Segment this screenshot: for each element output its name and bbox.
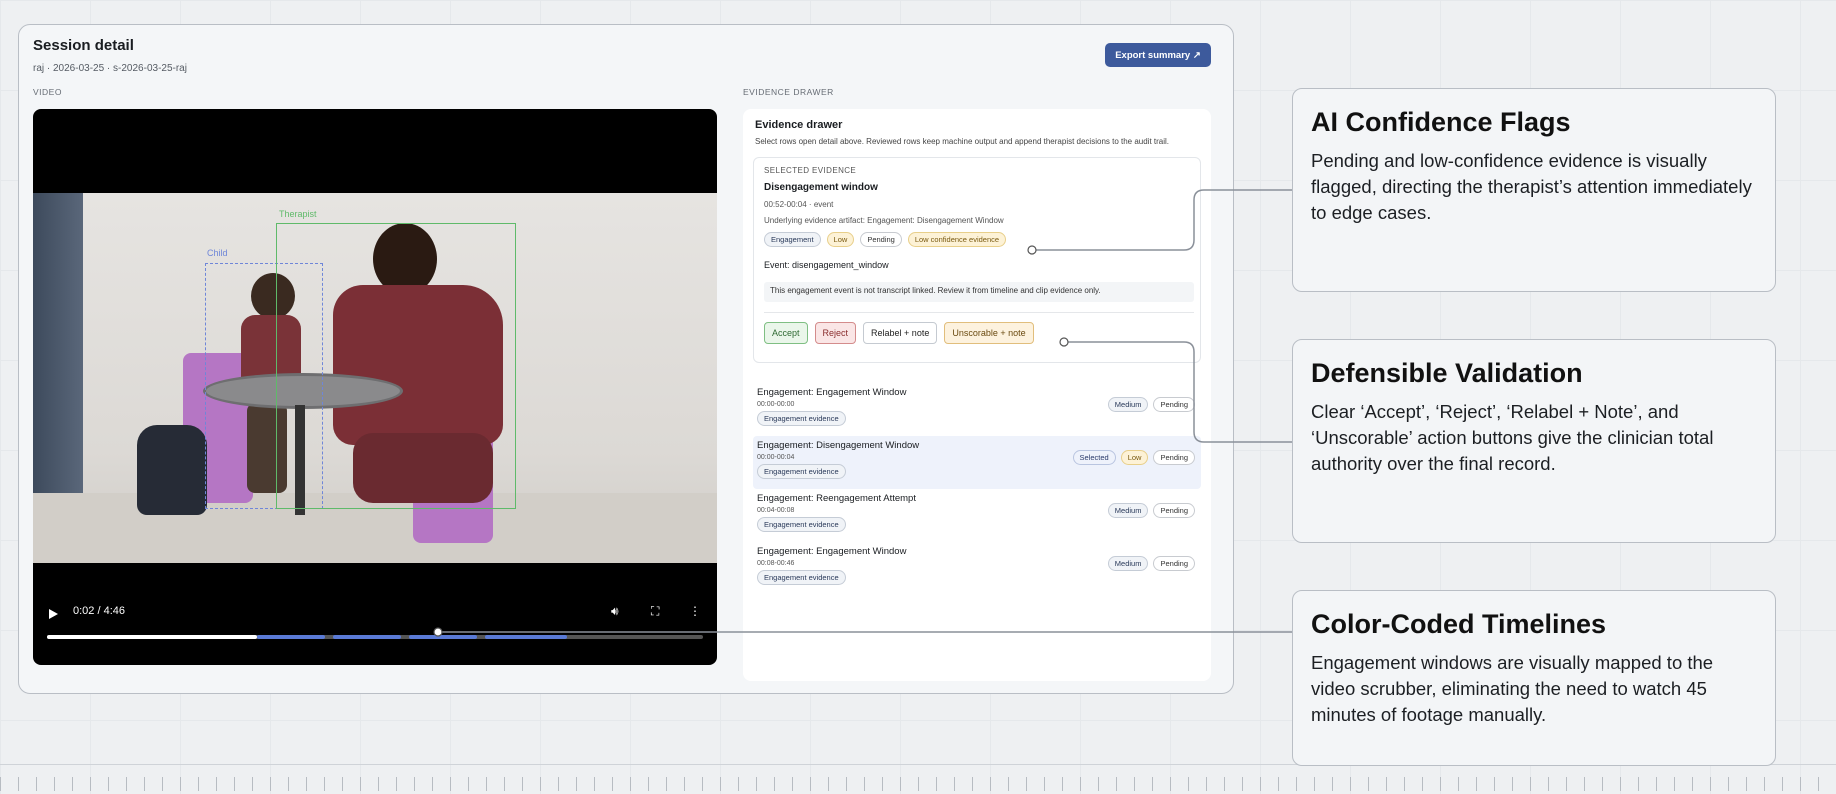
list-item-time: 00:00-00:00: [757, 401, 795, 408]
list-item-tag: Engagement evidence: [757, 464, 846, 479]
evidence-drawer: Evidence drawer Select rows open detail …: [743, 109, 1211, 681]
badge-pending: Pending: [1153, 556, 1195, 571]
video-scrubber[interactable]: [47, 635, 703, 639]
video-section-label: VIDEO: [33, 87, 62, 97]
selected-evidence-card: SELECTED EVIDENCE Disengagement window 0…: [753, 157, 1201, 363]
callout-title: AI Confidence Flags: [1311, 107, 1571, 137]
selected-evidence-tags: Engagement Low Pending Low confidence ev…: [764, 232, 1007, 247]
video-player[interactable]: Child Therapist 0:02 / 4:46 🔊︎ ⛶ ⋮: [33, 109, 717, 665]
session-subtitle: raj · 2026-03-25 · s-2026-03-25-raj: [33, 63, 187, 74]
therapist-bounding-box: [276, 223, 516, 509]
list-item-tag: Engagement evidence: [757, 411, 846, 426]
selected-evidence-time: 00:52-00:04 · event: [764, 200, 834, 209]
callout-confidence-flags: AI Confidence Flags Pending and low-conf…: [1292, 88, 1776, 292]
video-time: 0:02 / 4:46: [73, 605, 125, 617]
engagement-segment[interactable]: [333, 635, 401, 639]
tag-engagement: Engagement: [764, 232, 821, 247]
play-icon[interactable]: [49, 609, 58, 619]
tag-pending: Pending: [860, 232, 902, 247]
evidence-list: Engagement: Engagement Window 00:00-00:0…: [753, 383, 1201, 595]
session-window: Session detail raj · 2026-03-25 · s-2026…: [18, 24, 1234, 694]
list-item-selected[interactable]: Engagement: Disengagement Window 00:00-0…: [753, 436, 1201, 489]
tag-low: Low: [826, 232, 855, 247]
scene-backpack: [137, 425, 207, 515]
drawer-section-label: EVIDENCE DRAWER: [743, 87, 834, 97]
child-box-label: Child: [207, 248, 228, 258]
bottom-ruler: [0, 764, 1836, 794]
callout-body: Pending and low-confidence evidence is v…: [1311, 150, 1752, 223]
callout-body: Clear ‘Accept’, ‘Reject’, ‘Relabel + Not…: [1311, 401, 1714, 474]
fullscreen-icon[interactable]: ⛶: [651, 604, 659, 619]
unscorable-note-button[interactable]: Unscorable + note: [944, 322, 1034, 344]
validation-actions: Accept Reject Relabel + note Unscorable …: [764, 322, 1034, 344]
list-item-title: Engagement: Disengagement Window: [757, 440, 920, 451]
selected-evidence-context: Underlying evidence artifact: Engagement…: [764, 216, 1004, 225]
badge-pending: Pending: [1153, 450, 1195, 465]
callout-color-timelines: Color-Coded Timelines Engagement windows…: [1292, 590, 1776, 766]
badge-medium: Medium: [1107, 397, 1149, 412]
accept-button[interactable]: Accept: [764, 322, 808, 344]
callout-defensible-validation: Defensible Validation Clear ‘Accept’, ‘R…: [1292, 339, 1776, 543]
page-title: Session detail: [33, 37, 134, 54]
selected-evidence-event: Event: disengagement_window: [764, 260, 889, 270]
list-item[interactable]: Engagement: Reengagement Attempt 00:04-0…: [753, 489, 1201, 542]
badge-medium: Medium: [1107, 556, 1149, 571]
drawer-title: Evidence drawer: [755, 119, 843, 131]
more-vertical-icon[interactable]: ⋮: [689, 604, 701, 618]
engagement-segment[interactable]: [485, 635, 567, 639]
reject-button[interactable]: Reject: [814, 322, 857, 344]
badge-medium: Medium: [1107, 503, 1149, 518]
callout-title: Color-Coded Timelines: [1311, 609, 1607, 639]
list-item-title: Engagement: Reengagement Attempt: [757, 493, 916, 504]
callout-body: Engagement windows are visually mapped t…: [1311, 652, 1714, 725]
therapist-box-label: Therapist: [279, 209, 317, 219]
video-frame: Child Therapist: [33, 193, 717, 563]
list-item[interactable]: Engagement: Engagement Window 00:08-00:4…: [753, 542, 1201, 595]
scrubber-played: [47, 635, 257, 639]
selected-evidence-note: This engagement event is not transcript …: [764, 282, 1194, 302]
list-item-time: 00:00-00:04: [757, 454, 795, 461]
tag-low-confidence: Low confidence evidence: [907, 232, 1007, 247]
divider: [764, 312, 1194, 313]
engagement-segment[interactable]: [257, 635, 325, 639]
badge-pending: Pending: [1153, 397, 1195, 412]
drawer-description: Select rows open detail above. Reviewed …: [755, 137, 1170, 146]
export-summary-button[interactable]: Export summary ↗: [1105, 43, 1211, 67]
badge-low: Low: [1120, 450, 1149, 465]
list-item-title: Engagement: Engagement Window: [757, 387, 907, 398]
relabel-note-button[interactable]: Relabel + note: [863, 322, 938, 344]
list-item-tag: Engagement evidence: [757, 517, 846, 532]
volume-icon[interactable]: 🔊︎: [611, 604, 619, 619]
engagement-segment[interactable]: [409, 635, 477, 639]
badge-pending: Pending: [1153, 503, 1195, 518]
callout-title: Defensible Validation: [1311, 358, 1583, 388]
list-item-time: 00:08-00:46: [757, 560, 795, 567]
list-item-title: Engagement: Engagement Window: [757, 546, 907, 557]
list-item-time: 00:04-00:08: [757, 507, 795, 514]
selected-evidence-title: Disengagement window: [764, 182, 878, 193]
list-item-tag: Engagement evidence: [757, 570, 846, 585]
list-item[interactable]: Engagement: Engagement Window 00:00-00:0…: [753, 383, 1201, 436]
video-controls: 0:02 / 4:46 🔊︎ ⛶ ⋮: [33, 599, 717, 665]
badge-selected: Selected: [1072, 450, 1116, 465]
selected-evidence-heading: SELECTED EVIDENCE: [764, 166, 857, 175]
